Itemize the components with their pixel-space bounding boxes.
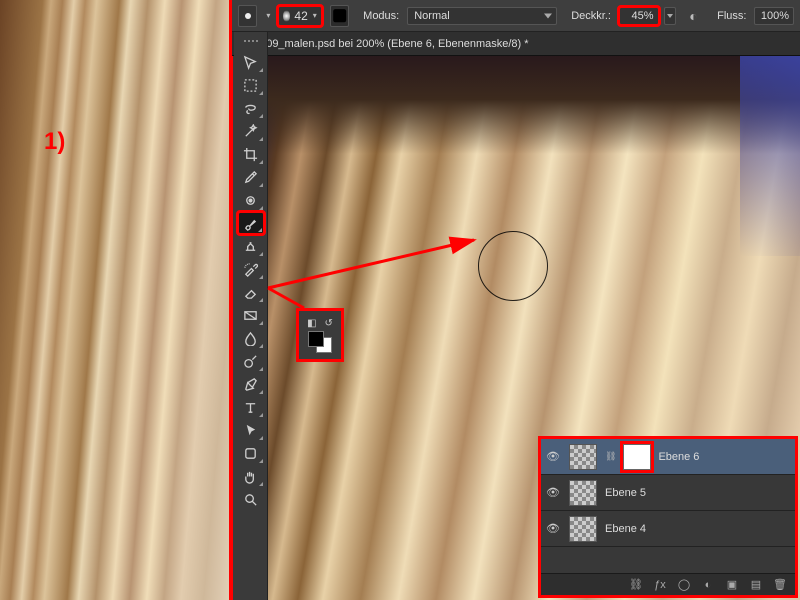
trash-icon[interactable]: 🗑 — [773, 578, 787, 591]
layer-row-partial — [541, 547, 795, 559]
visibility-toggle-icon[interactable]: 👁 — [545, 485, 561, 501]
layer-row[interactable]: 👁 Ebene 4 — [541, 511, 795, 547]
opacity-value: 45% — [632, 10, 654, 22]
eyedropper-tool[interactable] — [238, 166, 264, 188]
type-tool[interactable] — [238, 396, 264, 418]
fx-icon[interactable]: ƒx — [653, 579, 667, 591]
spot-heal-tool[interactable] — [238, 189, 264, 211]
clone-stamp-tool[interactable] — [238, 235, 264, 257]
flow-input[interactable]: 100% — [754, 7, 794, 25]
pen-tool[interactable] — [238, 373, 264, 395]
marquee-tool[interactable] — [238, 74, 264, 96]
blend-mode-label: Modus: — [363, 10, 399, 22]
dodge-tool[interactable] — [238, 350, 264, 372]
lasso-tool[interactable] — [238, 97, 264, 119]
add-mask-icon[interactable]: ◯ — [677, 578, 691, 591]
new-layer-icon[interactable]: ▤ — [749, 578, 763, 591]
panel-grip[interactable] — [239, 40, 263, 46]
magic-wand-tool[interactable] — [238, 120, 264, 142]
zoom-tool[interactable] — [238, 488, 264, 510]
brush-preview-dot — [283, 10, 290, 22]
gradient-tool[interactable] — [238, 304, 264, 326]
group-icon[interactable]: ▣ — [725, 578, 739, 591]
chevron-down-icon[interactable]: ▾ — [313, 11, 317, 20]
flow-value: 100% — [761, 10, 789, 22]
toggle-brush-panel-button[interactable] — [330, 5, 349, 27]
tool-preset-picker[interactable] — [238, 5, 257, 27]
link-layers-icon[interactable]: ⛓ — [629, 578, 643, 591]
crop-tool[interactable] — [238, 143, 264, 165]
flow-label: Fluss: — [717, 10, 746, 22]
layer-thumbnail[interactable] — [569, 480, 597, 506]
opacity-stepper[interactable] — [664, 7, 676, 25]
swap-colors-icon[interactable]: ↺ — [325, 318, 333, 329]
annotation-1: 1) — [44, 128, 65, 156]
opacity-input[interactable]: 45% — [619, 7, 659, 25]
layer-mask-thumbnail[interactable] — [624, 445, 650, 469]
layer-name[interactable]: Ebene 6 — [658, 451, 699, 463]
eraser-tool[interactable] — [238, 281, 264, 303]
layer-thumbnail[interactable] — [569, 444, 597, 470]
layers-panel-footer: ⛓ ƒx ◯ ◐ ▣ ▤ 🗑 — [541, 573, 795, 595]
layer-thumbnail[interactable] — [569, 516, 597, 542]
color-swatch-callout: ◧ ↺ — [296, 308, 344, 362]
mask-link-icon[interactable]: ⛓ — [605, 451, 616, 462]
options-bar: ▾ 42 ▾ Modus: Normal Deckkr.: 45% ◐ Flus… — [232, 0, 800, 32]
path-select-tool[interactable] — [238, 419, 264, 441]
default-colors-icon[interactable]: ◧ — [307, 318, 316, 329]
adjustment-layer-icon[interactable]: ◐ — [701, 579, 715, 591]
foreground-color-swatch[interactable] — [308, 331, 324, 347]
layer-row[interactable]: 👁 Ebene 5 — [541, 475, 795, 511]
visibility-toggle-icon[interactable]: 👁 — [545, 449, 561, 465]
hand-tool[interactable] — [238, 465, 264, 487]
layer-name[interactable]: Ebene 5 — [605, 487, 646, 499]
visibility-toggle-icon[interactable]: 👁 — [545, 521, 561, 537]
move-tool[interactable] — [238, 51, 264, 73]
layers-list: 👁 ⛓ Ebene 6 👁 Ebene 5 👁 Ebene 4 — [541, 439, 795, 573]
opacity-label: Deckkr.: — [571, 10, 611, 22]
layers-panel: 👁 ⛓ Ebene 6 👁 Ebene 5 👁 Ebene 4 ⛓ ƒx ◯ ◐… — [538, 436, 798, 598]
brush-cursor — [478, 231, 548, 301]
document-tab-bar: × 05_09_malen.psd bei 200% (Ebene 6, Ebe… — [232, 32, 800, 56]
blend-mode-dropdown[interactable]: Normal — [407, 7, 557, 25]
chevron-down-icon[interactable]: ▾ — [266, 11, 270, 20]
shape-tool[interactable] — [238, 442, 264, 464]
toolbox — [234, 32, 268, 600]
brush-size-value: 42 — [294, 9, 307, 23]
blur-tool[interactable] — [238, 327, 264, 349]
secondary-image-panel — [0, 0, 232, 600]
layer-name[interactable]: Ebene 4 — [605, 523, 646, 535]
brush-size-picker[interactable]: 42 ▾ — [278, 6, 321, 26]
document-tab-title[interactable]: 05_09_malen.psd bei 200% (Ebene 6, Ebene… — [248, 38, 529, 50]
brush-tool[interactable] — [238, 212, 264, 234]
blend-mode-value: Normal — [414, 10, 449, 22]
layer-row[interactable]: 👁 ⛓ Ebene 6 — [541, 439, 795, 475]
history-brush-tool[interactable] — [238, 258, 264, 280]
annotation-divider — [229, 0, 233, 600]
pressure-opacity-icon[interactable]: ◐ — [684, 5, 703, 27]
fg-bg-swatches[interactable] — [308, 331, 332, 353]
